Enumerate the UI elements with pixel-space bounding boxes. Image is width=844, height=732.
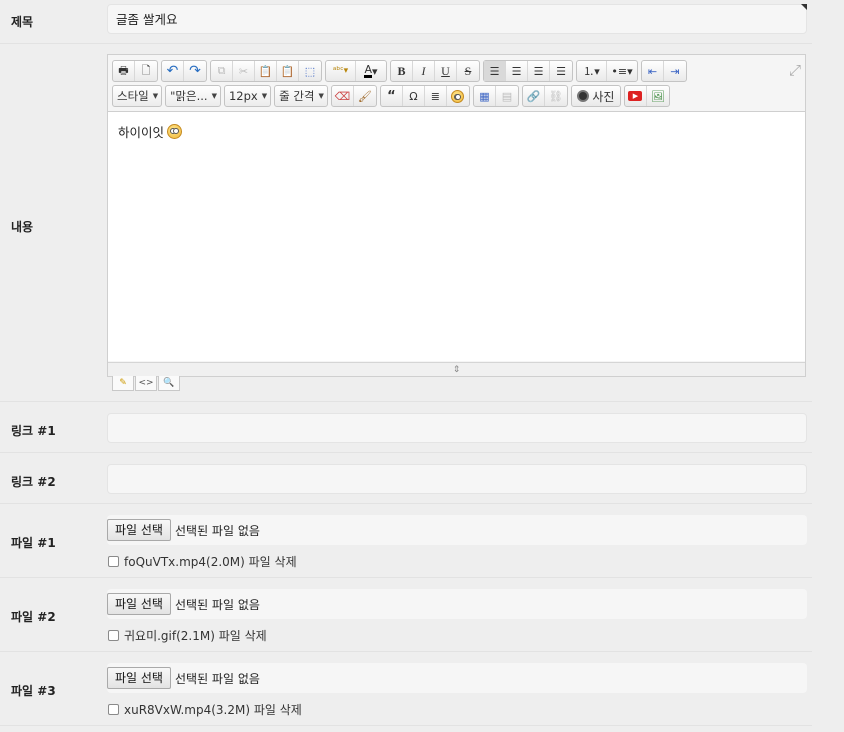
link-2-input[interactable] — [107, 464, 807, 494]
paste-word-icon[interactable]: 📋 — [277, 61, 299, 81]
title-input[interactable]: 글좀 쌀게요 — [107, 4, 807, 34]
resize-handle[interactable]: ⇕ — [108, 362, 805, 376]
blockquote-icon[interactable]: “ — [381, 86, 403, 106]
file-3-delete-checkbox[interactable] — [108, 704, 119, 715]
file-1-delete-checkbox[interactable] — [108, 556, 119, 567]
edit-mode-icon[interactable]: ✎ — [112, 376, 134, 391]
maximize-icon[interactable]: ⤢ — [789, 61, 801, 79]
strike-button[interactable]: S — [457, 61, 479, 81]
text-color-icon[interactable]: A ▾ — [356, 61, 386, 81]
toolbar-row-2: 스타일 ▼ "맑은... ▼ 12px ▼ 줄 간격 ▼ ⌫ 🖌 “ Ω ≣ ▦ ▤ 🔗… — [112, 85, 670, 107]
align-left-icon[interactable]: ☰ — [484, 61, 506, 81]
corner-mark — [801, 4, 807, 10]
file-1-existing: foQuVTx.mp4(2.0M) 파일 삭제 — [124, 555, 297, 569]
toolbar-group-lists: ⒈▾ •≡▾ — [576, 60, 638, 82]
file-3-status: 선택된 파일 없음 — [174, 671, 260, 686]
toolbar-group-format: B I U S — [390, 60, 480, 82]
numbered-list-icon[interactable]: ⒈▾ — [577, 61, 607, 81]
outdent-icon[interactable]: ⇤ — [642, 61, 664, 81]
file-3-existing: xuR8VxW.mp4(3.2M) 파일 삭제 — [124, 703, 302, 717]
print-icon[interactable]: 🖶 — [113, 61, 135, 81]
youtube-icon[interactable]: ▶ — [625, 86, 647, 106]
toolbar-group-history: ↶ ↷ — [161, 60, 207, 82]
emoticon-icon[interactable] — [447, 86, 469, 106]
title-value: 글좀 쌀게요 — [116, 12, 178, 27]
file-1-status: 선택된 파일 없음 — [174, 523, 260, 538]
line-height-dropdown[interactable]: 줄 간격 ▼ — [274, 85, 328, 107]
file-2-delete-checkbox[interactable] — [108, 630, 119, 641]
file-1-picker: 파일 선택 선택된 파일 없음 — [107, 515, 807, 545]
file-2-status: 선택된 파일 없음 — [174, 597, 260, 612]
photo-button[interactable]: 사진 — [572, 86, 620, 106]
image-icon[interactable]: 🖼 — [647, 86, 669, 106]
link-1-label: 링크 #1 — [11, 424, 56, 438]
link-1-input[interactable] — [107, 413, 807, 443]
new-page-icon[interactable]: 🗋 — [135, 61, 157, 81]
file-2-choose-button[interactable]: 파일 선택 — [107, 593, 171, 615]
align-center-icon[interactable]: ☰ — [506, 61, 528, 81]
select-all-icon[interactable]: ⬚ — [299, 61, 321, 81]
file-1-choose-button[interactable]: 파일 선택 — [107, 519, 171, 541]
toolbar-group-link: 🔗 ⛓ — [521, 85, 568, 107]
toolbar-group-document: 🖶 🗋 — [112, 60, 158, 82]
spellcheck-icon[interactable]: ᵃᵇᶜ▾ — [326, 61, 356, 81]
toolbar-group-clipboard: ⧉ ✂ 📋 📋 ⬚ — [210, 60, 322, 82]
file-1-delete-row: foQuVTx.mp4(2.0M) 파일 삭제 — [108, 553, 297, 570]
italic-button[interactable]: I — [413, 61, 435, 81]
format-painter-icon[interactable]: 🖌 — [354, 86, 376, 106]
file-2-delete-row: 귀요미.gif(2.1M) 파일 삭제 — [108, 627, 267, 644]
font-dropdown[interactable]: "맑은... ▼ — [165, 85, 221, 107]
eraser-icon[interactable]: ⌫ — [332, 86, 354, 106]
align-justify-icon[interactable]: ☰ — [550, 61, 572, 81]
copy-icon[interactable]: ⧉ — [211, 61, 233, 81]
editor-text: 하이이잇 — [118, 122, 183, 141]
rich-text-editor: ⤢ 🖶 🗋 ↶ ↷ ⧉ ✂ 📋 📋 ⬚ ᵃᵇᶜ▾ A ▾ B I U S ☰ ☰… — [107, 54, 806, 377]
horizontal-rule-icon[interactable]: ≣ — [425, 86, 447, 106]
toolbar-row-1: 🖶 🗋 ↶ ↷ ⧉ ✂ 📋 📋 ⬚ ᵃᵇᶜ▾ A▾ B I U S ☰ ☰ ☰ — [112, 60, 687, 82]
link-icon[interactable]: 🔗 — [523, 86, 545, 106]
file-3-choose-button[interactable]: 파일 선택 — [107, 667, 171, 689]
toolbar-group-spell: ᵃᵇᶜ▾ A ▾ — [325, 60, 387, 82]
file-3-picker: 파일 선택 선택된 파일 없음 — [107, 663, 807, 693]
toolbar-group-photo: 사진 — [570, 85, 621, 107]
style-dropdown[interactable]: 스타일 ▼ — [112, 85, 163, 107]
file-3-label: 파일 #3 — [11, 684, 56, 698]
toolbar-group-clean: ⌫ 🖌 — [330, 85, 377, 107]
paste-icon[interactable]: 📋 — [255, 61, 277, 81]
toolbar-group-align: ☰ ☰ ☰ ☰ — [483, 60, 573, 82]
cut-icon[interactable]: ✂ — [233, 61, 255, 81]
table-props-icon[interactable]: ▤ — [496, 86, 518, 106]
undo-icon[interactable]: ↶ — [162, 61, 184, 81]
underline-button[interactable]: U — [435, 61, 457, 81]
html-mode-icon[interactable]: <> — [135, 376, 157, 391]
toolbar-group-indent: ⇤ ⇥ — [641, 60, 687, 82]
bold-button[interactable]: B — [391, 61, 413, 81]
font-size-dropdown[interactable]: 12px ▼ — [223, 85, 272, 107]
redo-icon[interactable]: ↷ — [184, 61, 206, 81]
file-2-existing: 귀요미.gif(2.1M) 파일 삭제 — [124, 629, 267, 643]
align-right-icon[interactable]: ☰ — [528, 61, 550, 81]
file-2-picker: 파일 선택 선택된 파일 없음 — [107, 589, 807, 619]
special-char-icon[interactable]: Ω — [403, 86, 425, 106]
title-label: 제목 — [11, 15, 34, 29]
editor-mode-tabs: ✎ <> 🔍 — [112, 376, 180, 391]
toolbar-group-table: ▦ ▤ — [472, 85, 519, 107]
link-2-label: 링크 #2 — [11, 475, 56, 489]
file-2-label: 파일 #2 — [11, 610, 56, 624]
toolbar-group-insert: “ Ω ≣ — [379, 85, 470, 107]
indent-icon[interactable]: ⇥ — [664, 61, 686, 81]
content-label: 내용 — [11, 220, 34, 234]
shocked-emoji-icon — [167, 124, 183, 139]
editor-content-area[interactable]: 하이이잇 — [108, 111, 805, 361]
file-1-label: 파일 #1 — [11, 536, 56, 550]
toolbar-group-media: ▶ 🖼 — [623, 85, 670, 107]
bulleted-list-icon[interactable]: •≡▾ — [607, 61, 637, 81]
camera-icon — [577, 90, 590, 102]
file-3-delete-row: xuR8VxW.mp4(3.2M) 파일 삭제 — [108, 701, 302, 718]
unlink-icon[interactable]: ⛓ — [545, 86, 567, 106]
table-icon[interactable]: ▦ — [474, 86, 496, 106]
preview-mode-icon[interactable]: 🔍 — [158, 376, 180, 391]
